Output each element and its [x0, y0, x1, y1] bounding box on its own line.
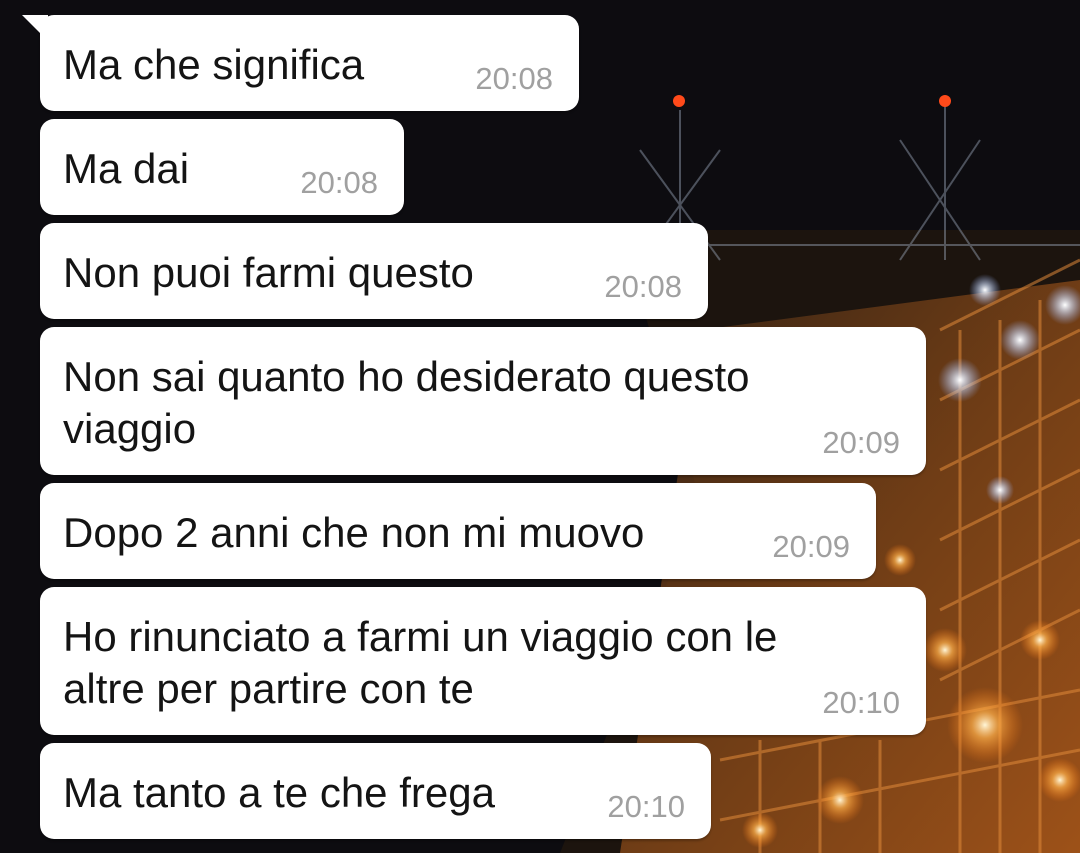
message-text: Non puoi farmi questo — [63, 249, 474, 296]
message-text: Ho rinunciato a farmi un viaggio con le … — [63, 613, 778, 712]
message-timestamp: 20:08 — [475, 61, 553, 96]
message-text: Non sai quanto ho desiderato questo viag… — [63, 353, 750, 452]
message-timestamp: 20:10 — [822, 685, 900, 720]
message-timestamp: 20:08 — [300, 165, 378, 200]
message-text: Ma tanto a te che frega — [63, 769, 495, 816]
message-list[interactable]: Ma che significa 20:08 Ma dai 20:08 Non … — [0, 0, 1080, 853]
message-timestamp: 20:08 — [604, 269, 682, 304]
message-bubble[interactable]: Non sai quanto ho desiderato questo viag… — [40, 327, 926, 475]
message-bubble[interactable]: Ma dai 20:08 — [40, 119, 404, 215]
message-text: Dopo 2 anni che non mi muovo — [63, 509, 645, 556]
message-bubble[interactable]: Ma tanto a te che frega 20:10 — [40, 743, 711, 839]
message-bubble[interactable]: Ho rinunciato a farmi un viaggio con le … — [40, 587, 926, 735]
message-bubble[interactable]: Ma che significa 20:08 — [22, 15, 579, 111]
message-timestamp: 20:10 — [607, 789, 685, 824]
message-bubble[interactable]: Dopo 2 anni che non mi muovo 20:09 — [40, 483, 876, 579]
bubble-tail — [22, 15, 48, 41]
message-bubble[interactable]: Non puoi farmi questo 20:08 — [40, 223, 708, 319]
message-text: Ma dai — [63, 145, 190, 192]
message-timestamp: 20:09 — [822, 425, 900, 460]
message-text: Ma che significa — [63, 41, 365, 88]
message-timestamp: 20:09 — [772, 529, 850, 564]
